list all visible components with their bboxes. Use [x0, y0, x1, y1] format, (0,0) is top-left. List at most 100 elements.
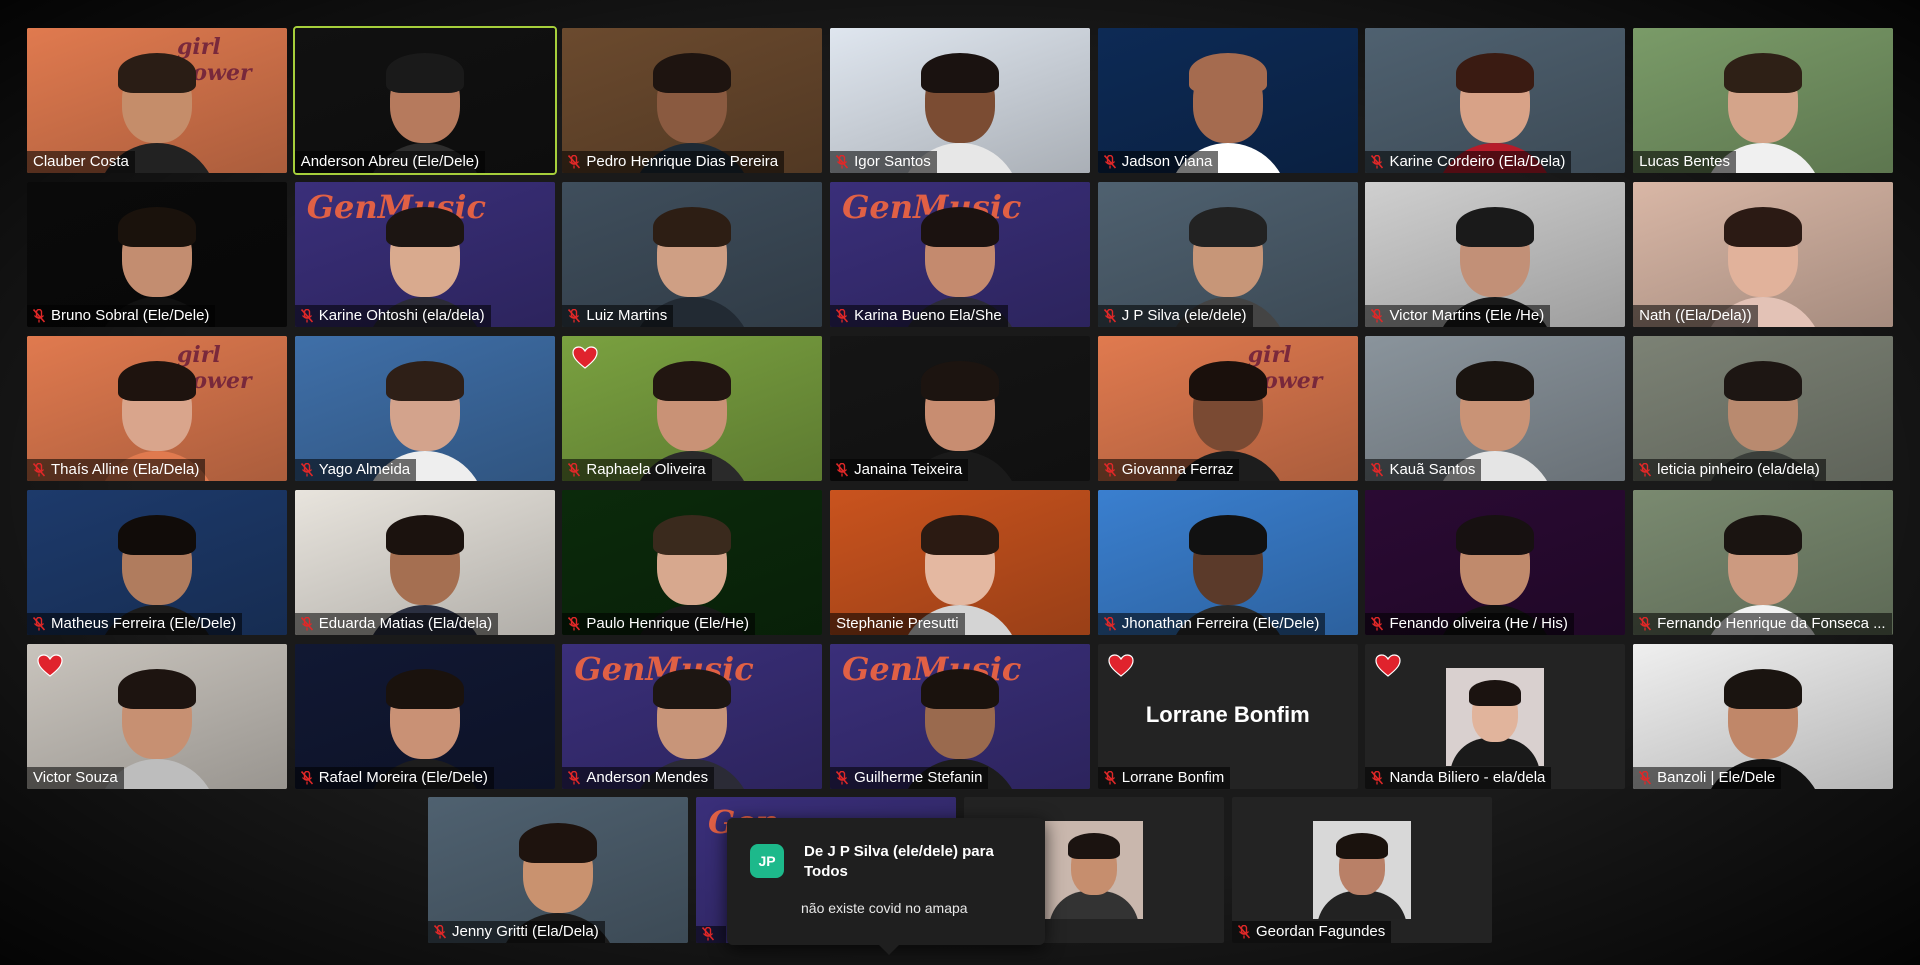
participant-tile[interactable]: girl power Thaís Alline (Ela/Dela)	[27, 336, 287, 481]
heart-reaction-icon	[572, 346, 598, 369]
participant-video	[1049, 829, 1139, 919]
chat-notification[interactable]: JP De J P Silva (ele/dele) para Todos nã…	[727, 818, 1045, 955]
participant-name-bar: Clauber Costa	[27, 151, 135, 173]
participant-name: Bruno Sobral (Ele/Dele)	[51, 307, 210, 324]
participant-name-bar: Jhonathan Ferreira (Ele/Dele)	[1097, 613, 1326, 635]
participant-name: Nanda Biliero - ela/dela	[1389, 769, 1546, 786]
microphone-muted-icon	[33, 462, 45, 477]
participant-name-bar: leticia pinheiro (ela/dela)	[1633, 459, 1826, 481]
participant-tile[interactable]: Matheus Ferreira (Ele/Dele)	[27, 490, 287, 635]
chat-message-text: não existe covid no amapa	[801, 900, 968, 916]
participant-tile[interactable]: Anderson Abreu (Ele/Dele)	[292, 26, 557, 175]
participant-name-bar: Geordan Fagundes	[1232, 921, 1392, 943]
profile-picture	[1446, 668, 1545, 766]
participant-tile[interactable]: Nath ((Ela/Dela))	[1633, 182, 1894, 327]
heart-reaction-icon	[1375, 654, 1402, 677]
microphone-muted-icon	[300, 770, 313, 785]
participant-video	[1450, 676, 1541, 766]
participant-name: Fenando oliveira (He / His)	[1389, 615, 1568, 632]
participant-name-bar: Karina Bueno Ela/She	[830, 305, 1008, 327]
participant-tile[interactable]: Kauã Santos	[1365, 336, 1626, 481]
participant-tile[interactable]: Eduarda Matias (Ela/dela)	[294, 490, 555, 635]
participant-tile[interactable]: Fenando oliveira (He / His)	[1365, 490, 1626, 635]
participant-tile[interactable]: J P Silva (ele/dele)	[1097, 182, 1358, 327]
participant-name-bar: Giovanna Ferraz	[1097, 459, 1240, 481]
microphone-muted-icon	[1639, 616, 1652, 631]
participant-tile[interactable]: Jhonathan Ferreira (Ele/Dele)	[1097, 490, 1358, 635]
microphone-muted-icon	[568, 770, 581, 785]
participant-tile[interactable]: Victor Martins (Ele /He)	[1365, 182, 1626, 327]
participant-tile[interactable]: girl power Giovanna Ferraz	[1097, 336, 1358, 481]
participant-name: Paulo Henrique (Ele/He)	[586, 615, 749, 632]
participant-name-bar: Lucas Bentes	[1633, 151, 1737, 173]
participant-tile[interactable]: Victor Souza	[27, 644, 287, 789]
participant-tile[interactable]: GenMusic Guilherme Stefanin	[830, 644, 1091, 789]
participant-name: Victor Martins (Ele /He)	[1389, 307, 1545, 324]
microphone-muted-icon	[434, 924, 446, 939]
participant-tile[interactable]: GenMusic Karina Bueno Ela/She	[830, 182, 1091, 327]
participant-name: Raphaela Oliveira	[586, 461, 706, 478]
participant-name-bar: Karine Ohtoshi (ela/dela)	[294, 305, 491, 327]
microphone-muted-icon	[33, 616, 45, 631]
participant-name-bar: Karine Cordeiro (Ela/Dela)	[1365, 151, 1572, 173]
microphone-muted-icon	[1371, 462, 1384, 477]
participant-tile[interactable]: Pedro Henrique Dias Pereira	[562, 28, 823, 173]
participant-tile[interactable]: Jadson Viana	[1097, 28, 1358, 173]
participant-tile[interactable]: Rafael Moreira (Ele/Dele)	[294, 644, 555, 789]
microphone-muted-icon	[1371, 308, 1384, 323]
participant-name: Lorrane Bonfim	[1121, 769, 1225, 786]
participant-tile[interactable]: Bruno Sobral (Ele/Dele)	[27, 182, 287, 327]
participant-name-bar: Rafael Moreira (Ele/Dele)	[294, 767, 494, 789]
participant-tile[interactable]: Paulo Henrique (Ele/He)	[562, 490, 823, 635]
participant-name-bar: Victor Souza	[27, 767, 124, 789]
participant-tile[interactable]: Jenny Gritti (Ela/Dela)	[428, 797, 688, 943]
participant-name: Igor Santos	[854, 153, 931, 170]
participant-tile[interactable]: Stephanie Presutti	[830, 490, 1091, 635]
participant-tile[interactable]: Lorrane Bonfim Lorrane Bonfim	[1097, 644, 1358, 789]
heart-reaction-icon	[1108, 654, 1134, 677]
participant-tile[interactable]: Janaina Teixeira	[830, 336, 1091, 481]
participant-name-placeholder: Lorrane Bonfim	[1145, 702, 1310, 727]
participant-name: Nath ((Ela/Dela))	[1639, 307, 1752, 324]
microphone-muted-icon	[1238, 924, 1250, 939]
participant-name-bar: Anderson Abreu (Ele/Dele)	[294, 151, 486, 173]
participant-name-bar: Bruno Sobral (Ele/Dele)	[27, 305, 216, 327]
participant-tile[interactable]: Raphaela Oliveira	[562, 336, 823, 481]
participant-name: Eduarda Matias (Ela/dela)	[318, 615, 493, 632]
microphone-muted-icon	[568, 154, 581, 169]
participant-tile[interactable]: GenMusic Anderson Mendes	[562, 644, 823, 789]
participant-tile[interactable]: Karine Cordeiro (Ela/Dela)	[1365, 28, 1626, 173]
microphone-muted-icon	[300, 616, 313, 631]
participant-tile[interactable]: Fernando Henrique da Fonseca ...	[1633, 490, 1894, 635]
participant-tile[interactable]: Luiz Martins	[562, 182, 823, 327]
participant-name: Anderson Mendes	[586, 769, 709, 786]
participant-name: Luiz Martins	[586, 307, 668, 324]
participant-tile[interactable]: Yago Almeida	[294, 336, 555, 481]
chat-sender-avatar: JP	[750, 844, 784, 878]
participant-tile[interactable]: girl power Clauber Costa	[27, 28, 287, 173]
microphone-muted-icon	[300, 462, 313, 477]
participant-name: Thaís Alline (Ela/Dela)	[51, 461, 200, 478]
participant-name: Guilherme Stefanin	[854, 769, 983, 786]
participant-name: J P Silva (ele/dele)	[1121, 307, 1247, 324]
participant-tile[interactable]: leticia pinheiro (ela/dela)	[1633, 336, 1894, 481]
participant-name-bar: J P Silva (ele/dele)	[1097, 305, 1253, 327]
participant-name: Matheus Ferreira (Ele/Dele)	[51, 615, 237, 632]
microphone-muted-icon	[568, 616, 581, 631]
participant-tile[interactable]: Igor Santos	[830, 28, 1091, 173]
participant-tile[interactable]: Banzoli | Ele/Dele	[1633, 644, 1894, 789]
participant-name-bar: Victor Martins (Ele /He)	[1365, 305, 1551, 327]
profile-picture	[1313, 821, 1411, 919]
participant-tile[interactable]: GenMusic Karine Ohtoshi (ela/dela)	[294, 182, 555, 327]
participant-name-bar: Matheus Ferreira (Ele/Dele)	[27, 613, 243, 635]
participant-tile[interactable]: Geordan Fagundes	[1232, 797, 1492, 943]
participant-name: Fernando Henrique da Fonseca ...	[1657, 615, 1886, 632]
participant-name-bar: Janaina Teixeira	[830, 459, 969, 481]
participant-name: leticia pinheiro (ela/dela)	[1657, 461, 1820, 478]
participant-name-bar	[696, 926, 726, 943]
heart-reaction-icon	[37, 654, 63, 677]
participant-tile[interactable]: Nanda Biliero - ela/dela	[1365, 644, 1626, 789]
microphone-muted-icon	[568, 462, 581, 477]
microphone-muted-icon	[1371, 616, 1384, 631]
participant-tile[interactable]: Lucas Bentes	[1633, 28, 1894, 173]
